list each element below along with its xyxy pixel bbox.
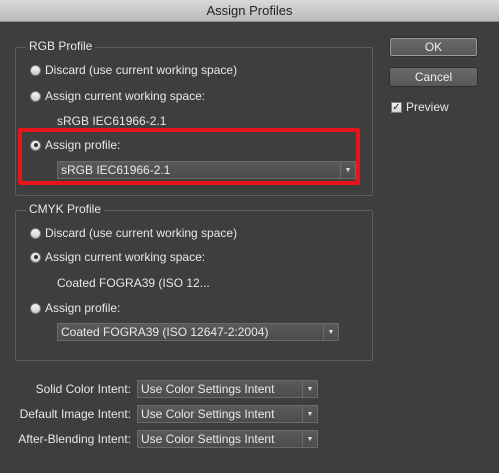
dropdown-arrow-icon[interactable]: ▼ xyxy=(323,324,338,340)
dropdown-arrow-icon[interactable]: ▼ xyxy=(302,381,317,397)
rgb-group-title: RGB Profile xyxy=(26,39,96,53)
window-title: Assign Profiles xyxy=(0,0,499,22)
radio-button-icon[interactable] xyxy=(30,64,41,76)
default-image-intent-select[interactable]: Use Color Settings Intent ▼ xyxy=(137,405,318,423)
cmyk-discard-label: Discard (use current working space) xyxy=(45,226,238,240)
rgb-profile-select-value: sRGB IEC61966-2.1 xyxy=(61,163,171,177)
cmyk-assign-profile-label: Assign profile: xyxy=(45,301,121,315)
radio-button-icon[interactable] xyxy=(30,302,41,314)
checkmark-icon[interactable]: ✓ xyxy=(391,101,402,113)
radio-button-icon[interactable] xyxy=(30,227,41,239)
cancel-button[interactable]: Cancel xyxy=(389,67,478,87)
rgb-working-space-value: sRGB IEC61966-2.1 xyxy=(57,114,167,128)
solid-color-intent-label: Solid Color Intent: xyxy=(35,382,131,396)
cmyk-discard-radio[interactable]: Discard (use current working space) xyxy=(30,226,237,240)
rgb-discard-label: Discard (use current working space) xyxy=(45,63,238,77)
ok-button[interactable]: OK xyxy=(389,37,478,57)
rgb-profile-select[interactable]: sRGB IEC61966-2.1 ▼ xyxy=(57,161,356,179)
rgb-assign-working-label: Assign current working space: xyxy=(45,89,206,103)
cmyk-assign-working-radio[interactable]: Assign current working space: xyxy=(30,250,205,264)
solid-color-intent-value: Use Color Settings Intent xyxy=(141,382,275,396)
after-blending-intent-select[interactable]: Use Color Settings Intent ▼ xyxy=(137,430,318,448)
after-blending-intent-value: Use Color Settings Intent xyxy=(141,432,275,446)
rgb-assign-profile-radio[interactable]: Assign profile: xyxy=(30,138,120,152)
rgb-discard-radio[interactable]: Discard (use current working space) xyxy=(30,63,237,77)
radio-button-icon[interactable] xyxy=(30,90,41,102)
cmyk-group-title: CMYK Profile xyxy=(26,202,105,216)
cmyk-profile-select[interactable]: Coated FOGRA39 (ISO 12647-2:2004) ▼ xyxy=(57,323,339,341)
default-image-intent-label: Default Image Intent: xyxy=(19,407,131,421)
preview-checkbox[interactable]: ✓ Preview xyxy=(391,100,449,114)
solid-color-intent-select[interactable]: Use Color Settings Intent ▼ xyxy=(137,380,318,398)
radio-button-selected-icon[interactable] xyxy=(30,251,41,263)
rgb-assign-profile-label: Assign profile: xyxy=(45,138,121,152)
cmyk-profile-select-value: Coated FOGRA39 (ISO 12647-2:2004) xyxy=(61,325,269,339)
after-blending-intent-label: After-Blending Intent: xyxy=(18,432,131,446)
preview-label: Preview xyxy=(406,100,449,114)
rgb-assign-working-radio[interactable]: Assign current working space: xyxy=(30,89,205,103)
cmyk-working-space-value: Coated FOGRA39 (ISO 12... xyxy=(57,276,210,290)
default-image-intent-value: Use Color Settings Intent xyxy=(141,407,275,421)
radio-button-selected-icon[interactable] xyxy=(30,139,41,151)
dropdown-arrow-icon[interactable]: ▼ xyxy=(302,431,317,447)
dropdown-arrow-icon[interactable]: ▼ xyxy=(302,406,317,422)
dropdown-arrow-icon[interactable]: ▼ xyxy=(340,162,355,178)
cmyk-assign-working-label: Assign current working space: xyxy=(45,250,206,264)
cmyk-assign-profile-radio[interactable]: Assign profile: xyxy=(30,301,120,315)
